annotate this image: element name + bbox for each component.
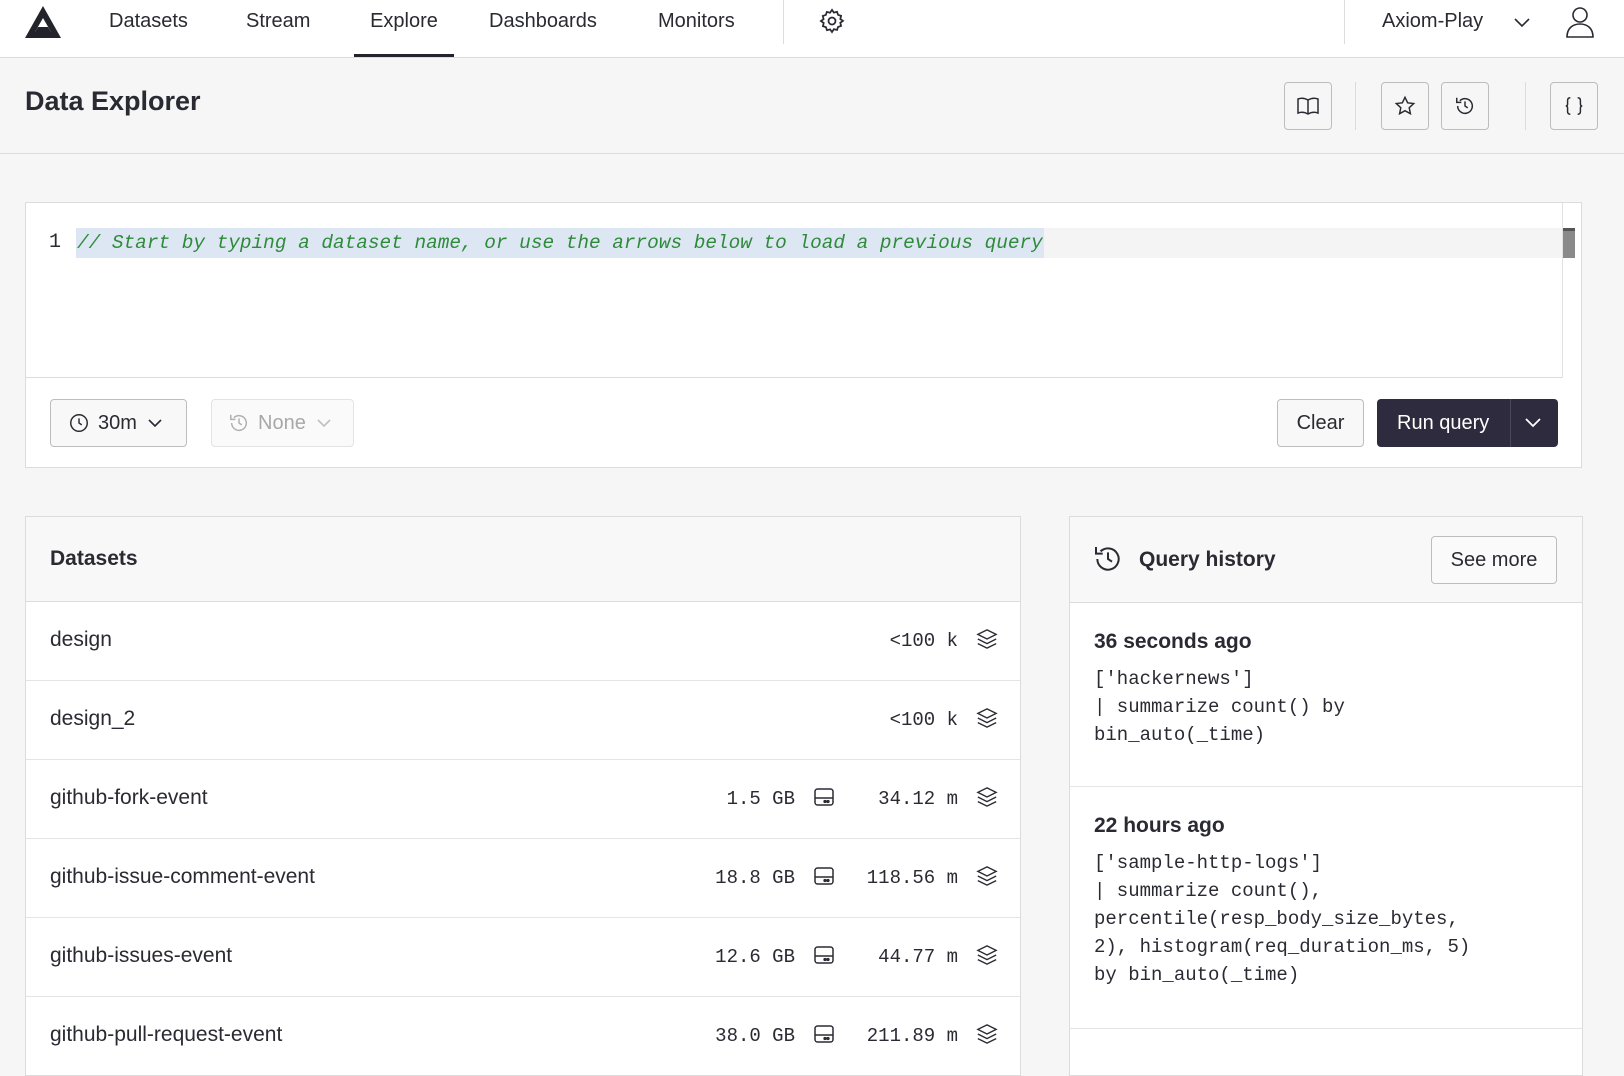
- run-query-divider: [1510, 399, 1511, 447]
- layers-icon: [976, 944, 998, 966]
- time-range-dropdown[interactable]: 30m: [50, 399, 187, 447]
- dataset-row[interactable]: design <100 k: [26, 602, 1020, 681]
- dataset-event-count: <100 k: [889, 630, 958, 652]
- dataset-size: 18.8 GB: [715, 867, 795, 889]
- line-number: 1: [49, 231, 62, 254]
- layers-icon: [976, 628, 998, 650]
- query-history-item[interactable]: 22 hours ago ['sample-http-logs'] | summa…: [1070, 787, 1582, 1029]
- query-timestamp: 22 hours ago: [1094, 814, 1225, 837]
- page-title: Data Explorer: [25, 86, 201, 116]
- compare-value: None: [258, 411, 306, 434]
- disk-icon: [814, 867, 834, 885]
- compare-dropdown[interactable]: None: [211, 399, 354, 447]
- query-history-title: Query history: [1139, 548, 1276, 571]
- query-history-list: 36 seconds ago ['hackernews'] | summarize…: [1070, 603, 1582, 1029]
- nav-dashboards[interactable]: Dashboards: [489, 0, 597, 57]
- chevron-down-icon: [147, 415, 163, 431]
- query-timestamp: 36 seconds ago: [1094, 630, 1252, 653]
- dataset-size: 38.0 GB: [715, 1025, 795, 1047]
- editor-scrollbar-thumb[interactable]: [1563, 228, 1575, 258]
- layers-icon: [976, 1023, 998, 1045]
- nav-monitors[interactable]: Monitors: [658, 0, 735, 57]
- dataset-row[interactable]: design_2 <100 k: [26, 681, 1020, 760]
- query-text[interactable]: ['hackernews'] | summarize count() by bi…: [1094, 665, 1558, 749]
- query-editor: 1 // Start by typing a dataset name, or …: [25, 202, 1582, 468]
- dataset-row[interactable]: github-issues-event 12.6 GB 44.77 m: [26, 918, 1020, 997]
- layers-icon: [976, 786, 998, 808]
- dataset-event-count: 44.77 m: [878, 946, 958, 968]
- org-switcher[interactable]: Axiom-Play: [1382, 0, 1483, 42]
- datasets-panel: Datasets design <100 k design_2 <100 k githu…: [25, 516, 1021, 1076]
- query-history-panel: Query history See more 36 seconds ago ['h…: [1069, 516, 1583, 1076]
- query-history-header: Query history See more: [1070, 517, 1582, 603]
- axiom-logo-icon[interactable]: [24, 5, 62, 39]
- top-navigation: Datasets Stream Explore Dashboards Monit…: [0, 0, 1624, 58]
- run-query-label[interactable]: Run query: [1397, 399, 1489, 447]
- datasets-title: Datasets: [50, 547, 138, 570]
- history-icon: [228, 412, 250, 434]
- page-header: Data Explorer: [0, 58, 1624, 154]
- clock-icon: [68, 412, 90, 434]
- dataset-name[interactable]: github-pull-request-event: [50, 1023, 282, 1047]
- dataset-event-count: 118.56 m: [866, 867, 958, 889]
- braces-icon: [1563, 95, 1585, 117]
- run-query-button[interactable]: Run query: [1377, 399, 1558, 447]
- dataset-event-count: 211.89 m: [866, 1025, 958, 1047]
- history-icon: [1092, 543, 1124, 575]
- disk-icon: [814, 788, 834, 806]
- gear-icon[interactable]: [818, 7, 846, 35]
- code-placeholder-comment[interactable]: // Start by typing a dataset name, or us…: [76, 228, 1044, 258]
- query-history-item[interactable]: 36 seconds ago ['hackernews'] | summarize…: [1070, 603, 1582, 787]
- json-view-button[interactable]: [1550, 82, 1598, 130]
- favorite-button[interactable]: [1381, 82, 1429, 130]
- disk-icon: [814, 1025, 834, 1043]
- header-divider: [1355, 82, 1356, 130]
- nav-datasets[interactable]: Datasets: [109, 0, 188, 57]
- layers-icon: [976, 707, 998, 729]
- layers-icon: [976, 865, 998, 887]
- time-range-value: 30m: [98, 411, 137, 434]
- star-icon: [1394, 95, 1416, 117]
- dataset-name[interactable]: design: [50, 628, 112, 652]
- nav-stream[interactable]: Stream: [246, 0, 310, 57]
- query-text[interactable]: ['sample-http-logs'] | summarize count()…: [1094, 849, 1558, 989]
- dataset-event-count: <100 k: [889, 709, 958, 731]
- chevron-down-icon: [316, 415, 332, 431]
- docs-button[interactable]: [1284, 82, 1332, 130]
- clear-button[interactable]: Clear: [1277, 399, 1364, 447]
- nav-explore[interactable]: Explore: [354, 0, 454, 57]
- dataset-row[interactable]: github-fork-event 1.5 GB 34.12 m: [26, 760, 1020, 839]
- history-button[interactable]: [1441, 82, 1489, 130]
- dataset-row[interactable]: github-issue-comment-event 18.8 GB 118.56 …: [26, 839, 1020, 918]
- dataset-name[interactable]: github-issue-comment-event: [50, 865, 315, 889]
- chevron-down-icon[interactable]: [1524, 416, 1542, 430]
- chevron-down-icon[interactable]: [1513, 13, 1531, 31]
- nav-divider: [1344, 0, 1345, 44]
- dataset-event-count: 34.12 m: [878, 788, 958, 810]
- see-more-button[interactable]: See more: [1431, 536, 1557, 584]
- nav-divider: [783, 0, 784, 44]
- book-icon: [1297, 96, 1319, 116]
- dataset-size: 12.6 GB: [715, 946, 795, 968]
- datasets-list: design <100 k design_2 <100 k github-fork-ev…: [26, 602, 1020, 1075]
- datasets-header: Datasets: [26, 517, 1020, 602]
- dataset-name[interactable]: github-issues-event: [50, 944, 232, 968]
- code-input-area[interactable]: 1 // Start by typing a dataset name, or …: [26, 203, 1581, 378]
- disk-icon: [814, 946, 834, 964]
- dataset-size: 1.5 GB: [726, 788, 795, 810]
- dataset-row[interactable]: github-pull-request-event 38.0 GB 211.89 m: [26, 997, 1020, 1075]
- history-icon: [1454, 95, 1476, 117]
- user-icon[interactable]: [1565, 6, 1595, 38]
- dataset-name[interactable]: github-fork-event: [50, 786, 208, 810]
- dataset-name[interactable]: design_2: [50, 707, 135, 731]
- header-divider: [1525, 82, 1526, 130]
